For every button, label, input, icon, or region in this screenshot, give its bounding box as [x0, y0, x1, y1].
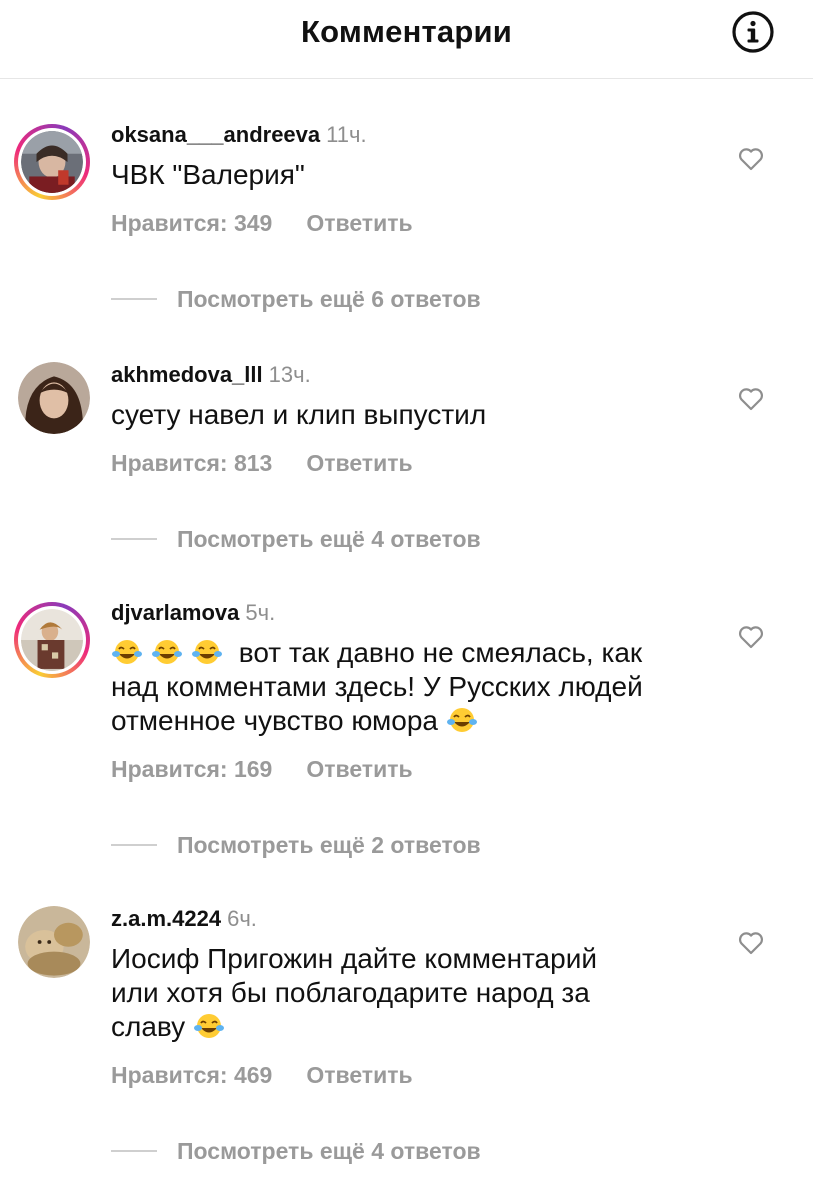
- username[interactable]: djvarlamova: [111, 600, 239, 625]
- face-with-tears-of-joy-icon: [191, 638, 225, 666]
- username[interactable]: akhmedova_lll: [111, 362, 263, 387]
- comment-meta: djvarlamova 5ч.: [111, 600, 275, 626]
- view-replies-label: Посмотреть ещё 6 ответов: [177, 286, 481, 312]
- replies-divider: [111, 843, 157, 846]
- comment-actions: Нравится: 469 Ответить: [111, 1062, 413, 1089]
- view-replies-label: Посмотреть ещё 4 ответов: [177, 526, 481, 552]
- comment-text-line: или хотя бы поблагодарите народ за: [111, 977, 590, 1008]
- view-replies-button[interactable]: Посмотреть ещё 4 ответов: [111, 526, 481, 553]
- reply-button[interactable]: Ответить: [306, 450, 412, 476]
- face-with-tears-of-joy-icon: [193, 1012, 227, 1040]
- comment-text: вот так давно не смеялась, как над комме…: [111, 636, 751, 738]
- avatar[interactable]: [14, 602, 90, 678]
- comment-text: суету навел и клип выпустил: [111, 399, 487, 430]
- likes-count[interactable]: Нравится: 469: [111, 1062, 272, 1088]
- avatar[interactable]: [14, 124, 90, 200]
- avatar-photo: [18, 906, 90, 978]
- heart-outline-icon[interactable]: [738, 625, 764, 649]
- avatar-photo: [21, 131, 83, 193]
- view-replies-button[interactable]: Посмотреть ещё 2 ответов: [111, 832, 481, 859]
- comment-text-line: вот так давно не смеялась, как: [238, 637, 643, 668]
- replies-divider: [111, 1149, 157, 1152]
- comment-time: 11ч.: [326, 122, 367, 147]
- heart-outline-icon[interactable]: [738, 147, 764, 171]
- comment-actions: Нравится: 349 Ответить: [111, 210, 413, 237]
- comment-actions: Нравится: 813 Ответить: [111, 450, 413, 477]
- likes-count[interactable]: Нравится: 169: [111, 756, 272, 782]
- comment-time: 5ч.: [245, 600, 276, 625]
- replies-divider: [111, 297, 157, 300]
- view-replies-button[interactable]: Посмотреть ещё 6 ответов: [111, 286, 481, 313]
- heart-outline-icon[interactable]: [738, 387, 764, 411]
- comment-text: Иосиф Пригожин дайте комментарий или хот…: [111, 942, 731, 1044]
- reply-button[interactable]: Ответить: [306, 1062, 412, 1088]
- comment-text: ЧВК "Валерия": [111, 159, 305, 190]
- avatar[interactable]: [18, 362, 90, 434]
- header: Комментарии: [0, 0, 813, 79]
- comment-actions: Нравится: 169 Ответить: [111, 756, 413, 783]
- info-icon[interactable]: [731, 10, 775, 54]
- username[interactable]: z.a.m.4224: [111, 906, 221, 931]
- comment-meta: akhmedova_lll 13ч.: [111, 362, 311, 388]
- likes-count[interactable]: Нравится: 813: [111, 450, 272, 476]
- face-with-tears-of-joy-icon: [151, 638, 185, 666]
- heart-outline-icon[interactable]: [738, 931, 764, 955]
- likes-count[interactable]: Нравится: 349: [111, 210, 272, 236]
- reply-button[interactable]: Ответить: [306, 756, 412, 782]
- comment-time: 13ч.: [268, 362, 311, 387]
- avatar[interactable]: [18, 906, 90, 978]
- face-with-tears-of-joy-icon: [111, 638, 145, 666]
- avatar-photo: [21, 609, 83, 671]
- view-replies-label: Посмотреть ещё 2 ответов: [177, 832, 481, 858]
- username[interactable]: oksana___andreeva: [111, 122, 320, 147]
- avatar-photo: [18, 362, 90, 434]
- view-replies-label: Посмотреть ещё 4 ответов: [177, 1138, 481, 1164]
- comment-text-line: отменное чувство юмора: [111, 705, 438, 736]
- comment-meta: z.a.m.4224 6ч.: [111, 906, 257, 932]
- comment-meta: oksana___andreeva 11ч.: [111, 122, 367, 148]
- face-with-tears-of-joy-icon: [446, 706, 480, 734]
- page-title: Комментарии: [301, 14, 512, 49]
- comment-text-line: Иосиф Пригожин дайте комментарий: [111, 943, 597, 974]
- comment-time: 6ч.: [227, 906, 257, 931]
- view-replies-button[interactable]: Посмотреть ещё 4 ответов: [111, 1138, 481, 1165]
- comment-text-line: славу: [111, 1011, 186, 1042]
- comment-text-line: над комментами здесь! У Русских людей: [111, 671, 643, 702]
- replies-divider: [111, 537, 157, 540]
- reply-button[interactable]: Ответить: [306, 210, 412, 236]
